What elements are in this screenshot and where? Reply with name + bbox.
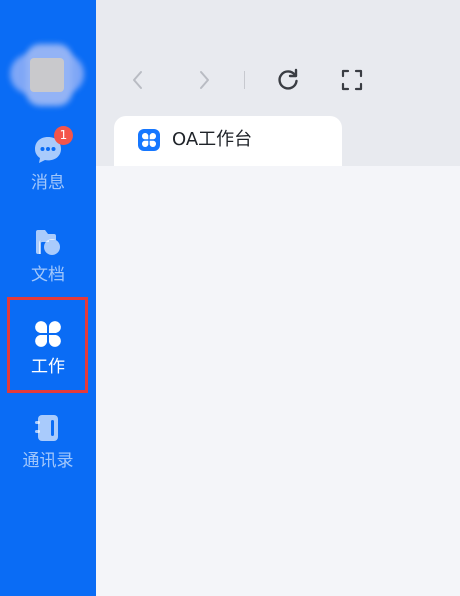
- tab-label: OA工作台: [172, 129, 253, 150]
- fullscreen-button[interactable]: [338, 66, 366, 94]
- toolbar-divider: [244, 71, 245, 89]
- app-clover-icon: [138, 129, 160, 151]
- browser-toolbar: [96, 0, 460, 120]
- app-window: 消息 1 文档 工作 通讯录 OA工作台: [0, 0, 460, 596]
- contacts-book-icon: [32, 412, 64, 444]
- avatar[interactable]: [8, 42, 86, 108]
- back-button[interactable]: [124, 66, 152, 94]
- fullscreen-icon: [341, 69, 363, 91]
- forward-button[interactable]: [190, 66, 218, 94]
- selection-highlight-box: [7, 297, 88, 393]
- sidebar-item-label: 消息: [31, 173, 65, 193]
- main-content-area: [96, 166, 460, 596]
- tab-oa-workbench[interactable]: OA工作台: [114, 116, 342, 166]
- sidebar-item-label: 文档: [31, 265, 65, 285]
- sidebar-item-messages[interactable]: 消息: [0, 134, 96, 214]
- sidebar-item-documents[interactable]: 文档: [0, 226, 96, 306]
- sidebar-item-label: 通讯录: [22, 451, 74, 471]
- chevron-right-icon: [200, 71, 209, 89]
- sidebar: 消息 1 文档 工作 通讯录: [0, 0, 96, 596]
- folder-doc-icon: [32, 226, 64, 258]
- chevron-left-icon: [133, 71, 142, 89]
- sidebar-item-contacts[interactable]: 通讯录: [0, 412, 96, 492]
- unread-badge: 1: [54, 126, 73, 145]
- refresh-icon: [278, 68, 298, 90]
- refresh-button[interactable]: [274, 66, 302, 94]
